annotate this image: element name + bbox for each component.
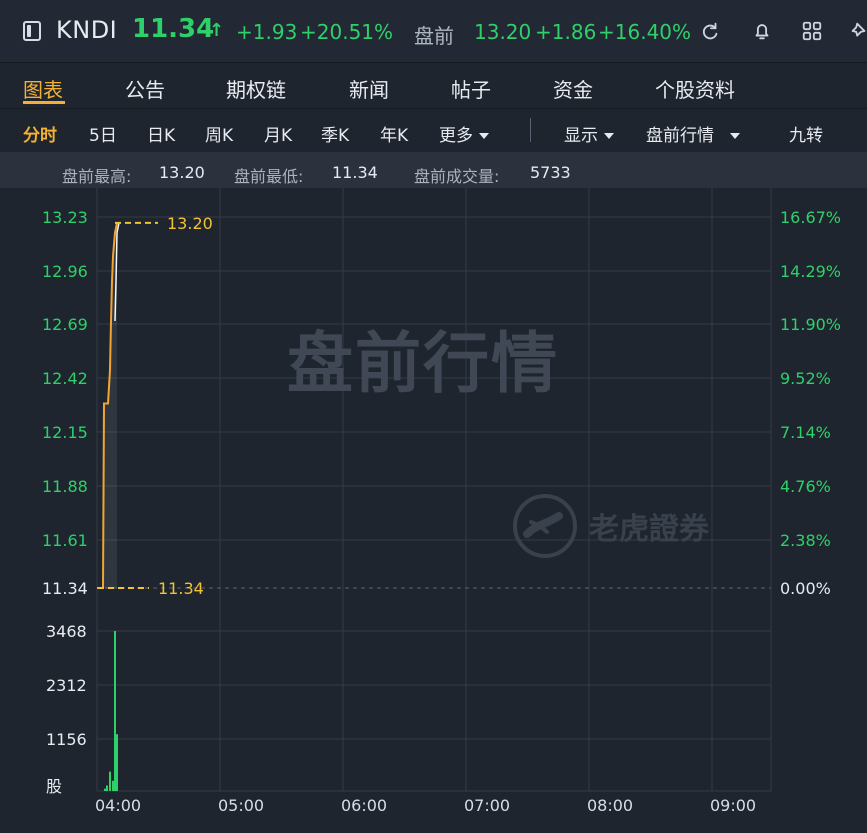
time-axis-tick: 09:00 [710, 796, 757, 815]
time-axis-tick: 04:00 [95, 796, 142, 815]
premarket-price: 13.20 [474, 20, 532, 44]
chevron-down-icon [479, 133, 489, 139]
left-axis-tick: 12.42 [42, 369, 88, 388]
volume-series [104, 631, 118, 791]
premarket-high-value: 13.20 [159, 163, 205, 182]
right-axis-tick: 16.67% [780, 208, 842, 227]
volume-bar [112, 780, 114, 791]
interval-monthly-k[interactable]: 月K [264, 121, 292, 146]
volume-unit-label: 股 [46, 777, 63, 796]
volume-bar [106, 785, 108, 791]
left-axis-tick: 12.15 [42, 423, 88, 442]
left-axis-tick: 13.23 [42, 208, 88, 227]
premarket-volume-value: 5733 [530, 163, 571, 182]
right-axis-tick: 7.14% [780, 423, 831, 442]
volume-bar [114, 631, 116, 791]
brand-logo-icon [513, 494, 577, 558]
brand-watermark [513, 494, 577, 558]
left-axis-tick: 12.69 [42, 315, 88, 334]
right-axis-tick: 0.00% [780, 579, 831, 598]
right-axis-tick: 14.29% [780, 262, 842, 281]
ticker-symbol: KNDI [56, 16, 118, 44]
interval-5d[interactable]: 5日 [89, 121, 117, 146]
tab-options-chain[interactable]: 期权链 [226, 74, 286, 103]
tab-profile[interactable]: 个股资料 [655, 74, 735, 103]
chevron-down-icon [730, 133, 740, 139]
time-axis-tick: 07:00 [464, 796, 511, 815]
chart-toolbar: 分时 5日 日K 周K 月K 季K 年K 更多 显示 盘前行情 九转 [0, 108, 867, 153]
premarket-change: +1.86 [535, 20, 597, 44]
interval-daily-k[interactable]: 日K [147, 121, 175, 146]
price-volume-chart[interactable]: 13.20 11.34 [0, 188, 867, 833]
volume-bar [109, 771, 111, 791]
interval-yearly-k[interactable]: 年K [380, 121, 408, 146]
pin-icon[interactable] [848, 20, 867, 42]
volume-axis-tick: 2312 [46, 676, 87, 695]
tab-funds[interactable]: 资金 [553, 74, 593, 103]
display-label: 显示 [564, 126, 598, 146]
volume-bar [104, 788, 106, 791]
price-change-percent: +20.51% [300, 20, 394, 44]
right-axis-tick: 11.90% [780, 315, 842, 334]
right-axis-tick: 2.38% [780, 531, 831, 550]
brand-name: 老虎證券 [589, 512, 709, 547]
display-options-button[interactable]: 显示 [564, 121, 614, 146]
premarket-low-value: 11.34 [332, 163, 378, 182]
price-change: +1.93 [236, 20, 298, 44]
interval-quarterly-k[interactable]: 季K [321, 121, 349, 146]
nine-turn-button[interactable]: 九转 [789, 121, 823, 146]
volume-axis-tick: 3468 [46, 622, 87, 641]
toolbar-divider [530, 118, 531, 142]
grid-lines [96, 188, 772, 792]
current-price: 11.34 [132, 14, 215, 44]
premarket-stats-bar: 盘前最高: 13.20 盘前最低: 11.34 盘前成交量: 5733 [0, 152, 867, 188]
time-axis-tick: 06:00 [341, 796, 388, 815]
grid-icon[interactable] [801, 20, 823, 42]
premarket-volume-label: 盘前成交量: [414, 167, 500, 186]
active-tab-underline [23, 101, 65, 104]
premarket-options-button[interactable]: 盘前行情 [646, 121, 740, 146]
more-intervals-button[interactable]: 更多 [439, 121, 489, 146]
premarket-low-label: 盘前最低: [234, 167, 304, 186]
top-bar: KNDI 11.34 ↑ +1.93 +20.51% 盘前 13.20 +1.8… [0, 0, 867, 63]
premarket-high-label: 盘前最高: [62, 167, 132, 186]
right-axis-tick: 9.52% [780, 369, 831, 388]
premarket-options-label: 盘前行情 [646, 126, 714, 146]
left-axis-tick: 11.88 [42, 477, 88, 496]
watermark-title: 盘前行情 [287, 325, 559, 402]
tab-news[interactable]: 新闻 [349, 74, 389, 103]
bell-icon[interactable] [751, 20, 773, 42]
price-area [97, 222, 117, 588]
tab-chart[interactable]: 图表 [23, 74, 63, 103]
left-axis-tick: 11.61 [42, 531, 88, 550]
up-arrow-icon: ↑ [209, 20, 225, 41]
price-series [97, 222, 120, 589]
time-axis-tick: 05:00 [218, 796, 265, 815]
tab-posts[interactable]: 帖子 [451, 74, 491, 103]
tab-announcement[interactable]: 公告 [125, 74, 165, 103]
interval-weekly-k[interactable]: 周K [205, 121, 233, 146]
left-axis-tick: 11.34 [42, 579, 88, 598]
chart-area[interactable]: 13.20 11.34 盘前行情 老虎證券 13.23 12.96 12.69 12.4… [0, 188, 867, 833]
low-marker-label: 11.34 [158, 579, 204, 598]
left-axis-tick: 12.96 [42, 262, 88, 281]
refresh-icon[interactable] [699, 20, 721, 42]
interval-intraday[interactable]: 分时 [23, 121, 57, 146]
volume-bar [116, 734, 118, 791]
time-axis-tick: 08:00 [587, 796, 634, 815]
sidebar-toggle-icon[interactable] [23, 21, 41, 41]
premarket-change-percent: +16.40% [598, 20, 692, 44]
more-label: 更多 [439, 126, 473, 146]
high-marker-label: 13.20 [167, 214, 213, 233]
premarket-label: 盘前 [414, 24, 454, 48]
chevron-down-icon [604, 133, 614, 139]
right-axis-tick: 4.76% [780, 477, 831, 496]
volume-axis-tick: 1156 [46, 730, 87, 749]
main-tabs: 图表 公告 期权链 新闻 帖子 资金 个股资料 [0, 63, 867, 107]
